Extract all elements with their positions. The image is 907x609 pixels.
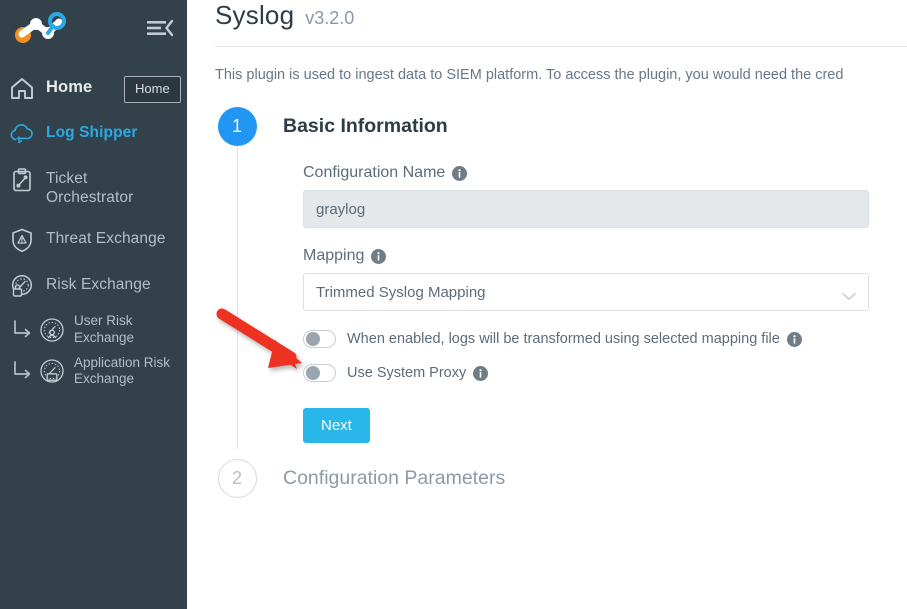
tree-elbow-icon	[10, 358, 34, 384]
application-risk-icon	[39, 358, 65, 384]
plugin-description: This plugin is used to ingest data to SI…	[215, 67, 844, 83]
tree-elbow-icon	[10, 317, 34, 343]
clipboard-icon	[8, 166, 36, 194]
home-tooltip: Home	[124, 76, 181, 103]
step-2-marker: 2	[215, 459, 259, 499]
info-icon[interactable]	[786, 331, 802, 347]
configuration-stepper: 1 Basic Information Configuration Name g…	[215, 107, 907, 499]
step-1-title: Basic Information	[283, 115, 448, 138]
configuration-name-field: Configuration Name graylog	[303, 164, 907, 229]
sidebar-item-threat-exchange-label: Threat Exchange	[46, 229, 166, 247]
shield-warning-icon	[8, 226, 36, 254]
sidebar-nav: Home Log Shipper Ticket Orchestrator Thr…	[0, 55, 187, 392]
step-1-body: Basic Information Configuration Name gra…	[259, 107, 907, 444]
mapping-label: Mapping	[303, 247, 365, 265]
sidebar-item-home-label: Home	[46, 78, 93, 96]
system-proxy-toggle[interactable]	[303, 364, 336, 383]
step-connector-line	[236, 146, 238, 450]
info-icon[interactable]	[473, 365, 489, 381]
configuration-name-input[interactable]: graylog	[303, 190, 869, 229]
risk-gauge-icon	[8, 272, 36, 300]
configuration-name-label: Configuration Name	[303, 164, 446, 182]
sidebar-item-threat-exchange[interactable]: Threat Exchange	[0, 217, 187, 263]
system-proxy-toggle-row: Use System Proxy	[303, 364, 907, 383]
step-1-circle[interactable]: 1	[217, 107, 257, 147]
step-1-content: Configuration Name graylog Mapping Trimm…	[283, 146, 907, 444]
transform-logs-toggle[interactable]	[303, 330, 336, 349]
mapping-select-value: Trimmed Syslog Mapping	[316, 283, 486, 301]
step-configuration-parameters: 2 Configuration Parameters	[215, 459, 907, 499]
sidebar-subitem-application-risk-exchange-label: Application Risk Exchange	[74, 354, 171, 387]
home-tooltip-label: Home	[135, 81, 170, 96]
netskope-logo	[12, 11, 66, 45]
sidebar-subitem-application-risk-exchange[interactable]: Application Risk Exchange	[0, 351, 187, 393]
home-icon	[8, 74, 36, 102]
sidebar-subitem-user-risk-exchange-label: User Risk Exchange	[74, 312, 135, 345]
sidebar: Home Home Log Shipper Ticket Orchestrato…	[0, 0, 187, 609]
chevron-down-icon	[842, 288, 856, 300]
sidebar-item-risk-exchange-label: Risk Exchange	[46, 275, 151, 293]
next-button[interactable]: Next	[303, 408, 370, 444]
mapping-select[interactable]: Trimmed Syslog Mapping	[303, 273, 869, 312]
transform-logs-toggle-label: When enabled, logs will be transformed u…	[347, 331, 780, 348]
transform-logs-toggle-label-row: When enabled, logs will be transformed u…	[347, 331, 802, 347]
app-root: Home Home Log Shipper Ticket Orchestrato…	[0, 0, 907, 609]
sidebar-item-log-shipper-label: Log Shipper	[46, 124, 138, 141]
cloud-upload-icon	[8, 120, 36, 148]
step-2-title: Configuration Parameters	[283, 467, 506, 490]
page-title: Syslog	[215, 0, 295, 30]
sidebar-item-ticket-orchestrator[interactable]: Ticket Orchestrator	[0, 157, 187, 217]
system-proxy-toggle-label-row: Use System Proxy	[347, 365, 489, 382]
page-header: Syslog v3.2.0	[215, 0, 907, 46]
toggle-knob	[306, 366, 320, 381]
sidebar-subitem-user-risk-exchange[interactable]: User Risk Exchange	[0, 309, 187, 351]
transform-logs-toggle-row: When enabled, logs will be transformed u…	[303, 330, 907, 349]
main-content: Syslog v3.2.0 This plugin is used to ing…	[187, 0, 907, 609]
hamburger-collapse-icon[interactable]	[147, 17, 174, 39]
step-1-marker: 1	[215, 107, 259, 450]
sidebar-item-risk-exchange[interactable]: Risk Exchange	[0, 263, 187, 309]
toggle-knob	[306, 332, 320, 347]
step-2-circle[interactable]: 2	[217, 459, 257, 499]
info-icon[interactable]	[371, 248, 387, 264]
step-2-body: Configuration Parameters	[259, 459, 907, 498]
system-proxy-toggle-label: Use System Proxy	[347, 365, 467, 382]
mapping-field: Mapping Trimmed Syslog Mapping	[303, 247, 907, 312]
configuration-name-label-row: Configuration Name	[303, 164, 907, 182]
plugin-version: v3.2.0	[305, 8, 355, 28]
user-risk-icon	[39, 317, 65, 343]
mapping-label-row: Mapping	[303, 247, 907, 265]
sidebar-item-ticket-orchestrator-label: Ticket Orchestrator	[46, 170, 134, 207]
step-basic-information: 1 Basic Information Configuration Name g…	[215, 107, 907, 450]
sidebar-header	[0, 0, 187, 55]
info-icon[interactable]	[452, 165, 468, 181]
sidebar-item-log-shipper[interactable]: Log Shipper	[0, 111, 187, 157]
